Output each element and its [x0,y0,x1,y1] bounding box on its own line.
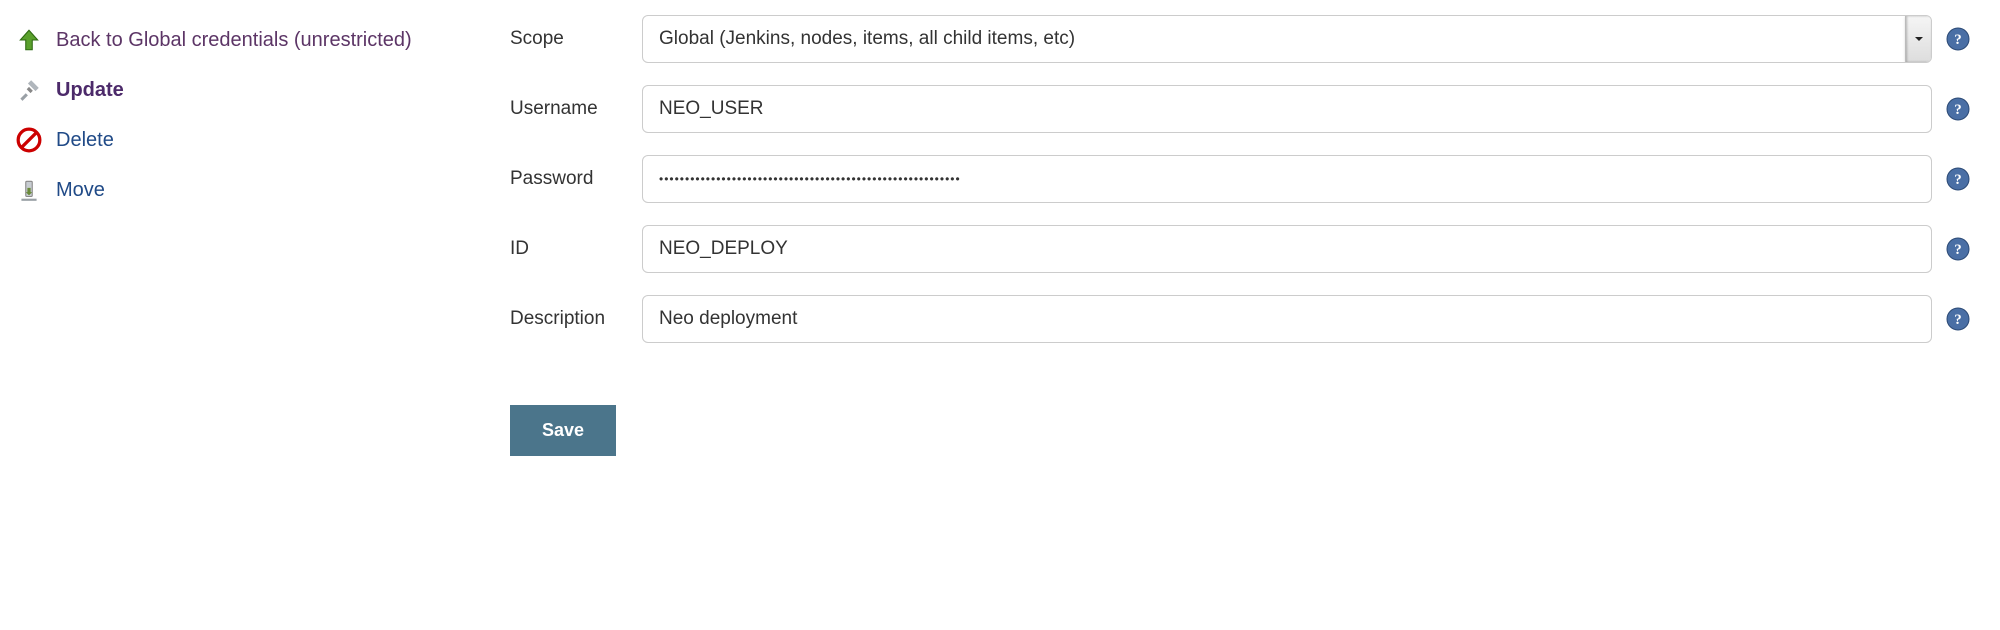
save-button[interactable]: Save [510,405,616,456]
row-id: ID ? [510,225,1970,273]
description-input[interactable] [642,295,1932,343]
sidebar-update-label: Update [56,79,124,102]
sidebar-delete-label: Delete [56,129,114,152]
scope-label: Scope [510,28,628,50]
sidebar-item-move[interactable]: Move [10,165,510,215]
move-icon [14,175,44,205]
username-label: Username [510,98,628,120]
svg-text:?: ? [1954,32,1962,48]
sidebar-item-back[interactable]: Back to Global credentials (unrestricted… [10,15,510,65]
row-username: Username ? [510,85,1970,133]
row-description: Description ? [510,295,1970,343]
row-password: Password ? [510,155,1970,203]
svg-text:?: ? [1954,242,1962,258]
tools-icon [14,75,44,105]
scope-select-value: Global (Jenkins, nodes, items, all child… [659,16,1075,62]
sidebar-move-label: Move [56,179,105,202]
password-input[interactable] [642,155,1932,203]
help-icon[interactable]: ? [1946,237,1970,261]
description-label: Description [510,308,628,330]
help-icon[interactable]: ? [1946,307,1970,331]
credential-form: Scope Global (Jenkins, nodes, items, all… [510,15,1990,456]
sidebar-item-update[interactable]: Update [10,65,510,115]
scope-select[interactable]: Global (Jenkins, nodes, items, all child… [642,15,1932,63]
sidebar: Back to Global credentials (unrestricted… [10,15,510,215]
svg-text:?: ? [1954,172,1962,188]
prohibited-icon [14,125,44,155]
arrow-up-icon [14,25,44,55]
sidebar-item-delete[interactable]: Delete [10,115,510,165]
password-label: Password [510,168,628,190]
help-icon[interactable]: ? [1946,167,1970,191]
username-input[interactable] [642,85,1932,133]
svg-text:?: ? [1954,102,1962,118]
dropdown-handle-icon [1905,16,1931,62]
sidebar-back-label: Back to Global credentials (unrestricted… [56,29,412,52]
id-input[interactable] [642,225,1932,273]
help-icon[interactable]: ? [1946,97,1970,121]
svg-text:?: ? [1954,312,1962,328]
id-label: ID [510,238,628,260]
row-scope: Scope Global (Jenkins, nodes, items, all… [510,15,1970,63]
help-icon[interactable]: ? [1946,27,1970,51]
